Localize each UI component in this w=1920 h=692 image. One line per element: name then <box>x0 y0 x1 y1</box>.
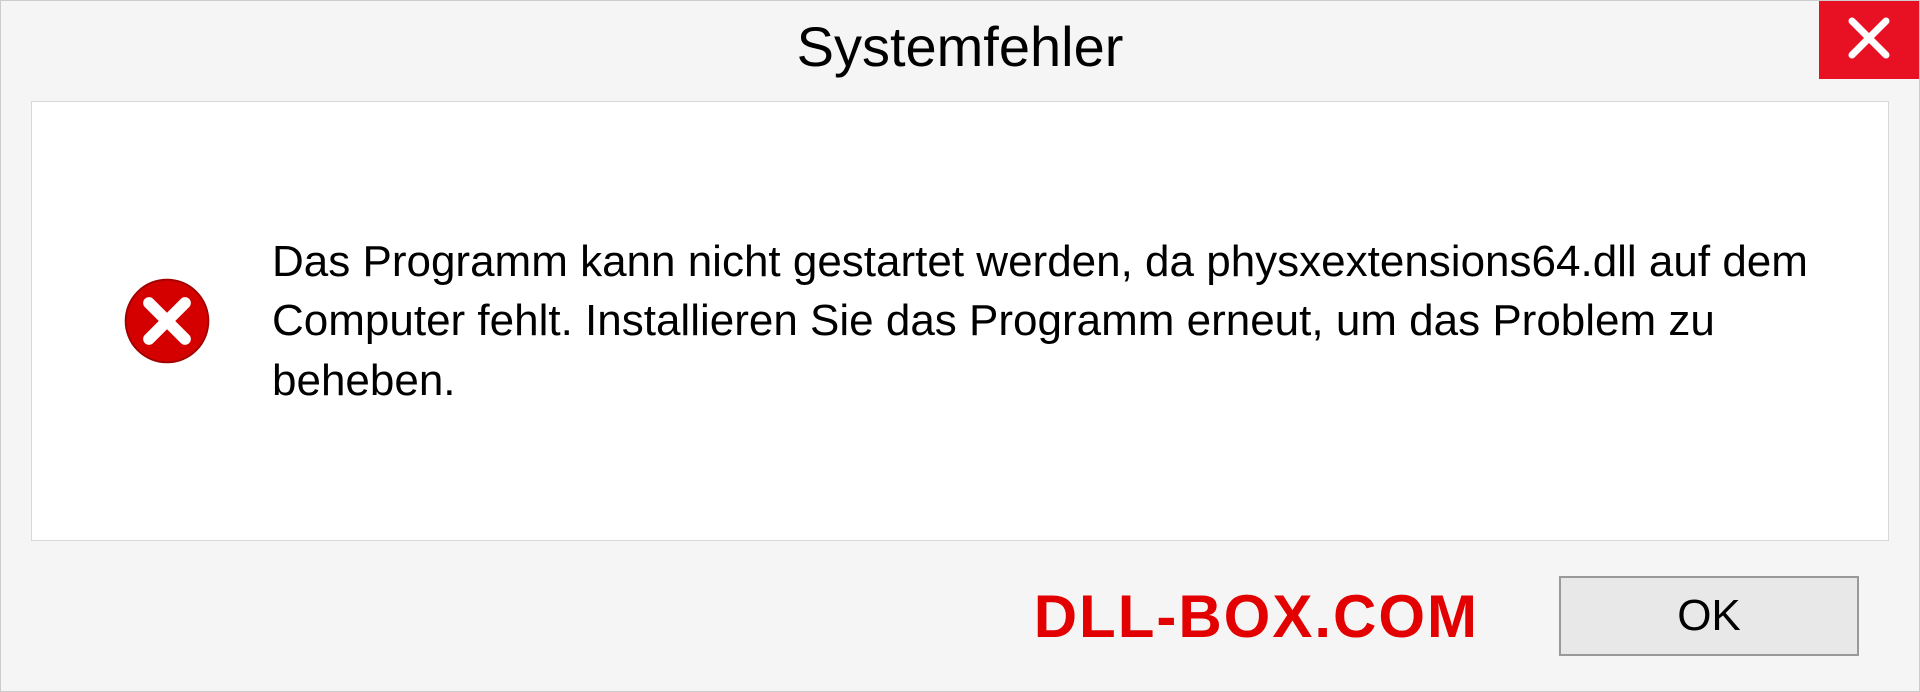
watermark-text: DLL-BOX.COM <box>1034 582 1479 651</box>
close-button[interactable] <box>1819 1 1919 79</box>
dialog-footer: DLL-BOX.COM OK <box>1 541 1919 691</box>
close-icon <box>1846 15 1892 66</box>
content-panel: Das Programm kann nicht gestartet werden… <box>31 101 1889 541</box>
error-message: Das Programm kann nicht gestartet werden… <box>272 232 1828 410</box>
error-dialog: Systemfehler Das Programm kann nicht ges… <box>0 0 1920 692</box>
titlebar: Systemfehler <box>1 1 1919 91</box>
ok-button[interactable]: OK <box>1559 576 1859 656</box>
error-icon <box>122 276 212 366</box>
dialog-title: Systemfehler <box>797 14 1124 79</box>
